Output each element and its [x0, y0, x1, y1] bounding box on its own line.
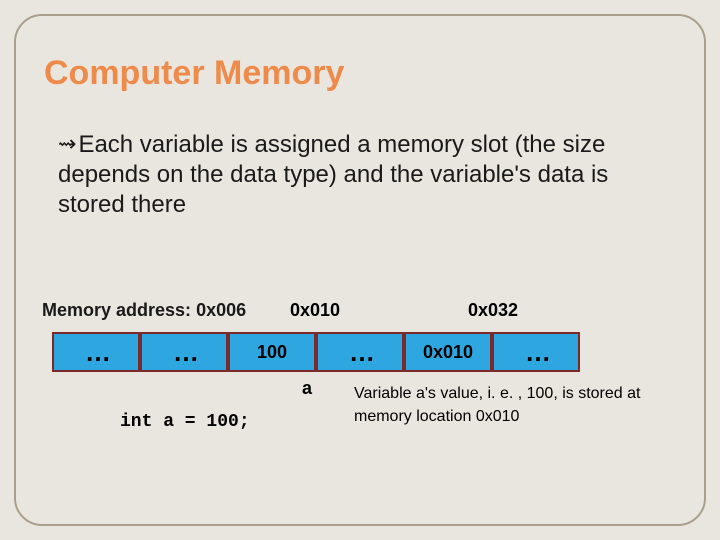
- memory-cell-ptr: 0x010: [404, 332, 492, 372]
- memory-cell: …: [316, 332, 404, 372]
- code-snippet: int a = 100;: [120, 412, 250, 432]
- addr-1: 0x010: [290, 300, 340, 321]
- memory-address-label: Memory address: 0x006: [42, 300, 246, 321]
- body-text: Each variable is assigned a memory slot …: [58, 131, 608, 218]
- body-paragraph: ⇝Each variable is assigned a memory slot…: [58, 130, 668, 220]
- memory-cell: …: [52, 332, 140, 372]
- memory-cell: …: [140, 332, 228, 372]
- addr-2: 0x032: [468, 300, 518, 321]
- memory-cell-a-value: 100: [228, 332, 316, 372]
- addr-prefix: Memory address:: [42, 300, 191, 320]
- addr-0: 0x006: [196, 300, 246, 320]
- bullet-icon: ⇝: [58, 130, 76, 158]
- variable-label-a: a: [302, 378, 312, 399]
- memory-cell: …: [492, 332, 580, 372]
- explanation-text: Variable a's value, i. e. , 100, is stor…: [354, 382, 664, 428]
- memory-cells: … … 100 … 0x010 …: [52, 332, 580, 372]
- slide-title: Computer Memory: [44, 54, 344, 93]
